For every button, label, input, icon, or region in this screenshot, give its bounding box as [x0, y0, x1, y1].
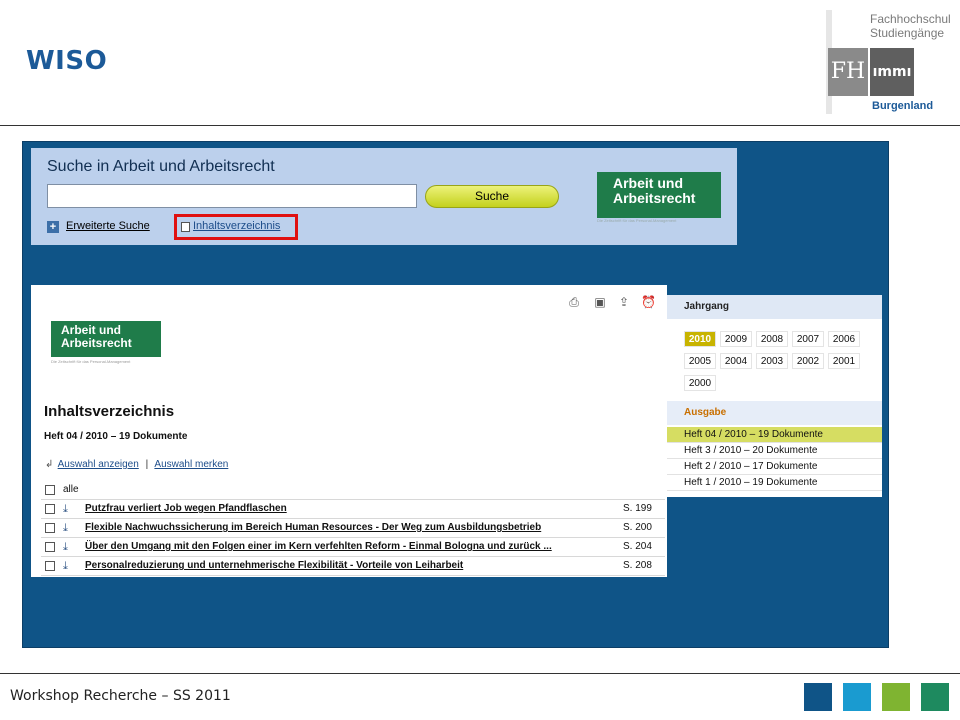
issue-item[interactable]: Heft 2 / 2010 – 17 Dokumente — [667, 459, 882, 475]
search-input[interactable] — [47, 184, 417, 208]
select-all-label: alle — [63, 484, 79, 495]
footer-square-2 — [843, 683, 871, 711]
footer-divider — [0, 673, 960, 674]
slide-title: WISO — [26, 46, 108, 76]
year-heading: Jahrgang — [667, 295, 882, 319]
search-button[interactable]: Suche — [425, 185, 559, 208]
alarm-icon[interactable]: ⏰ — [641, 295, 656, 309]
item-page: S. 199 — [623, 503, 652, 514]
issue-sidebar: Jahrgang 2010 2009 2008 2007 2006 2005 2… — [667, 295, 882, 497]
item-title-link[interactable]: Personalreduzierung und unternehmerische… — [85, 560, 463, 571]
item-checkbox[interactable] — [45, 523, 55, 533]
item-page: S. 208 — [623, 560, 652, 571]
results-panel: ⎙ ▣ ⇪ ⏰ Arbeit und Arbeitsrecht Die Zeit… — [31, 285, 667, 577]
logo-line-2: Studiengänge — [870, 26, 945, 40]
issue-item[interactable]: Heft 3 / 2010 – 20 Dokumente — [667, 443, 882, 459]
issue-item[interactable]: Heft 04 / 2010 – 19 Dokumente — [667, 427, 882, 443]
item-checkbox[interactable] — [45, 542, 55, 552]
issue-heading: Ausgabe — [667, 401, 882, 425]
logo-line-1: Fachhochschul — [870, 12, 951, 26]
year-2009[interactable]: 2009 — [720, 331, 752, 347]
download-icon[interactable]: ⤓ — [63, 502, 75, 515]
journal-logo-large: Arbeit und Arbeitsrecht — [51, 321, 161, 357]
selection-actions: ↲ Auswahl anzeigen | Auswahl merken — [45, 459, 228, 470]
year-2000[interactable]: 2000 — [684, 375, 716, 391]
document-list: alle ⤓ Putzfrau verliert Job wegen Pfand… — [41, 481, 665, 576]
show-selection-link[interactable]: Auswahl anzeigen — [58, 459, 139, 470]
download-icon[interactable]: ⤓ — [63, 540, 75, 553]
save-icon[interactable]: ▣ — [593, 295, 607, 309]
item-title-link[interactable]: Putzfrau verliert Job wegen Pfandflasche… — [85, 503, 287, 514]
document-icon — [181, 222, 190, 232]
journal-logo-line-2: Arbeitsrecht — [613, 190, 696, 206]
journal-logo: Arbeit und Arbeitsrecht — [597, 172, 721, 218]
logo-mark-fh: FH — [828, 48, 868, 96]
footer-square-1 — [804, 683, 832, 711]
institution-logo: Fachhochschul Studiengänge FH ımmı Burge… — [826, 6, 956, 118]
item-page: S. 204 — [623, 541, 652, 552]
header-divider — [0, 125, 960, 126]
select-all-checkbox[interactable] — [45, 485, 55, 495]
print-icon[interactable]: ⎙ — [567, 295, 581, 309]
advanced-search-link[interactable]: Erweiterte Suche — [66, 220, 150, 232]
export-icon[interactable]: ⇪ — [617, 295, 631, 309]
item-page: S. 200 — [623, 522, 652, 533]
download-icon[interactable]: ⤓ — [63, 559, 75, 572]
search-panel: Suche in Arbeit und Arbeitsrecht Suche +… — [31, 148, 737, 245]
list-item: ⤓ Flexible Nachwuchssicherung im Bereich… — [41, 519, 665, 538]
year-2007[interactable]: 2007 — [792, 331, 824, 347]
year-2004[interactable]: 2004 — [720, 353, 752, 369]
footer-square-3 — [882, 683, 910, 711]
journal-logo-large-tagline: Die Zeitschrift für das Personal-Managem… — [51, 359, 131, 364]
screenshot-frame: Suche in Arbeit und Arbeitsrecht Suche +… — [22, 141, 889, 648]
footer-square-4 — [921, 683, 949, 711]
year-2005[interactable]: 2005 — [684, 353, 716, 369]
year-2006[interactable]: 2006 — [828, 331, 860, 347]
list-item: ⤓ Personalreduzierung und unternehmerisc… — [41, 557, 665, 576]
journal-logo-line-1: Arbeit und — [613, 175, 683, 191]
item-checkbox[interactable] — [45, 561, 55, 571]
year-2003[interactable]: 2003 — [756, 353, 788, 369]
item-title-link[interactable]: Über den Umgang mit den Folgen einer im … — [85, 541, 552, 552]
list-item: ⤓ Über den Umgang mit den Folgen einer i… — [41, 538, 665, 557]
selection-separator: | — [145, 459, 149, 470]
toc-link[interactable]: Inhaltsverzeichnis — [193, 220, 280, 232]
toc-subheading: Heft 04 / 2010 – 19 Dokumente — [44, 431, 188, 442]
list-item: ⤓ Putzfrau verliert Job wegen Pfandflasc… — [41, 500, 665, 519]
return-arrow-icon: ↲ — [45, 459, 54, 470]
toc-heading: Inhaltsverzeichnis — [44, 403, 175, 420]
download-icon[interactable]: ⤓ — [63, 521, 75, 534]
remember-selection-link[interactable]: Auswahl merken — [154, 459, 228, 470]
journal-logo-tagline: Die Zeitschrift für das Personal-Managem… — [597, 218, 677, 223]
footer-text: Workshop Recherche – SS 2011 — [10, 688, 231, 704]
year-2010[interactable]: 2010 — [684, 331, 716, 347]
item-title-link[interactable]: Flexible Nachwuchssicherung im Bereich H… — [85, 522, 541, 533]
issue-item[interactable]: Heft 1 / 2010 – 19 Dokumente — [667, 475, 882, 491]
select-all-row: alle — [41, 481, 665, 500]
search-title: Suche in Arbeit und Arbeitsrecht — [47, 158, 275, 175]
item-checkbox[interactable] — [45, 504, 55, 514]
plus-icon[interactable]: + — [47, 221, 59, 233]
logo-mark-building: ımmı — [870, 48, 914, 96]
logo-line-3: Burgenland — [872, 100, 934, 112]
year-2001[interactable]: 2001 — [828, 353, 860, 369]
journal-logo-large-line-2: Arbeitsrecht — [61, 336, 132, 350]
year-2008[interactable]: 2008 — [756, 331, 788, 347]
year-2002[interactable]: 2002 — [792, 353, 824, 369]
